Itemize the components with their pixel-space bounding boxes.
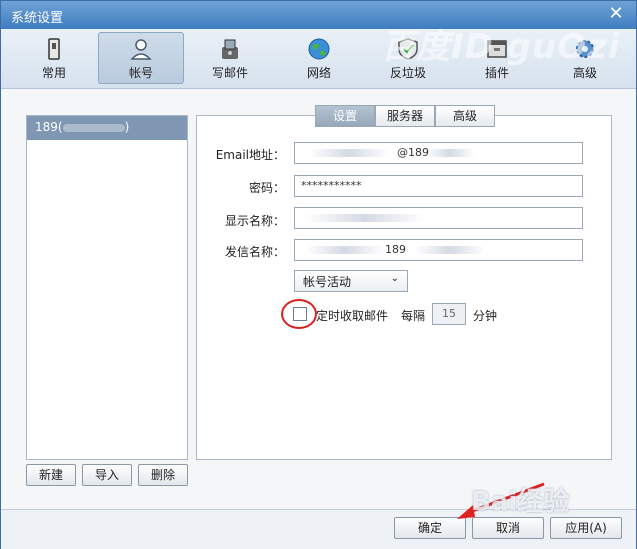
list-item[interactable]: 189() [27,116,187,140]
email-field[interactable]: @189 [294,142,583,164]
compose-icon [222,39,238,59]
sender-name-value: 189 [385,243,406,256]
chevron-down-icon: ⌄ [390,273,399,284]
redacted-mark [305,246,385,254]
interval-prefix: 每隔 [401,309,426,323]
user-icon [130,39,152,60]
redacted-mark [62,123,125,132]
account-name-prefix: 189( [35,120,63,134]
auto-fetch-label: 定时收取邮件 [316,309,389,323]
sender-name-label: 发信名称： [224,245,285,259]
tool-network[interactable]: 网络 [276,32,362,84]
interval-unit: 分钟 [473,309,498,323]
display-name-field[interactable] [294,207,583,229]
tool-account[interactable]: 帐号 [98,32,184,84]
password-label: 密码： [248,181,285,195]
email-label: Email地址： [215,148,285,162]
redacted-mark [309,149,389,157]
watermark-text: 百度ID guOzi [381,27,621,67]
device-icon [48,38,60,60]
tool-label: 写邮件 [211,66,248,80]
tab-advanced[interactable]: 高级 [435,105,495,127]
redacted-mark [305,214,425,222]
display-name-label: 显示名称： [224,214,285,228]
tool-compose[interactable]: 写邮件 [187,32,273,84]
password-value: *********** [301,179,362,192]
tool-label: 帐号 [128,66,153,80]
redacted-mark [425,149,475,157]
tool-label: 网络 [306,66,331,80]
account-status-value: 帐号活动 [303,275,352,289]
sender-name-field[interactable]: 189 [294,239,583,261]
import-button[interactable]: 导入 [82,464,132,486]
tool-general[interactable]: 常用 [11,32,97,84]
baidu-watermark: Bai经验 [471,487,570,517]
redacted-mark [415,246,485,254]
new-account-button[interactable]: 新建 [26,464,76,486]
settings-window: 系统设置 ✕ 常用 帐号 写邮件 网络 反垃圾 插件 高级 百度ID guOzi… [0,0,637,549]
account-list: 189() [26,115,188,460]
window-title: 系统设置 [11,11,64,26]
tool-label: 常用 [41,66,66,80]
tab-server[interactable]: 服务器 [375,105,435,127]
account-name-suffix: ) [124,120,130,134]
account-status-select[interactable]: 帐号活动 ⌄ [294,270,408,292]
delete-button[interactable]: 删除 [138,464,188,486]
auto-fetch-checkbox[interactable] [293,307,307,321]
password-field[interactable]: *********** [294,175,583,197]
tab-settings[interactable]: 设置 [315,105,375,127]
apply-button[interactable]: 应用(A) [550,517,622,539]
interval-input[interactable]: 15 [432,303,466,325]
globe-icon [308,38,330,60]
